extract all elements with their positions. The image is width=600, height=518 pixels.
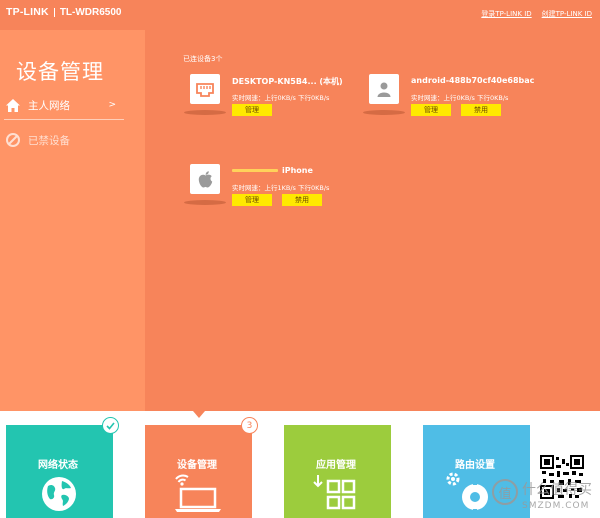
block-button[interactable]: 禁用 <box>461 104 501 116</box>
device-speed: 实时网速：上行0KB/s 下行0KB/s <box>411 94 509 102</box>
brand-logo: TP-LINK <box>6 6 49 18</box>
home-icon <box>6 99 20 112</box>
ban-icon <box>6 133 20 147</box>
apps-grid-icon <box>313 475 356 510</box>
device-actions: 管理 禁用 <box>232 194 332 206</box>
device-card: DESKTOP-KN5B4... (本机) 实时网速：上行0KB/s 下行0KB… <box>184 74 374 144</box>
top-bar: TP-LINK TL-WDR6500 登录TP-LINK ID 创建TP-LIN… <box>0 0 600 30</box>
device-card: android-488b70cf40e68bac 实时网速：上行0KB/s 下行… <box>363 74 553 144</box>
account-links: 登录TP-LINK ID 创建TP-LINK ID <box>471 9 592 19</box>
manage-button[interactable]: 管理 <box>232 104 272 116</box>
device-name: DESKTOP-KN5B4... (本机) <box>232 77 343 86</box>
device-speed: 实时网速：上行0KB/s 下行0KB/s <box>232 94 330 102</box>
brand-divider <box>53 7 55 17</box>
chevron-right-icon: > <box>108 100 116 110</box>
device-actions: 管理 禁用 <box>411 104 511 116</box>
device-icon-shadow <box>184 200 226 205</box>
sidebar-item-label: 已禁设备 <box>28 134 70 147</box>
watermark: 值 什么值得买 SMZDM.COM <box>492 477 598 517</box>
device-icon-shadow <box>363 110 405 115</box>
bottom-nav: 网络状态 设备管理 3 应用管理 路由设置 值 什么值得买 SMZDM.COM <box>0 411 600 518</box>
apple-icon <box>190 164 220 194</box>
sidebar-item-label: 主人网络 <box>28 100 70 112</box>
tile-label: 应用管理 <box>316 460 356 471</box>
active-indicator <box>193 411 205 418</box>
device-icon-shadow <box>184 110 226 115</box>
device-card: iPhone 实时网速：上行1KB/s 下行0KB/s 管理 禁用 <box>184 164 374 234</box>
person-icon <box>369 74 399 104</box>
tile-network-status[interactable]: 网络状态 <box>6 417 119 518</box>
tile-device-management[interactable]: 设备管理 3 <box>145 417 258 518</box>
tile-app-management[interactable]: 应用管理 <box>284 425 391 518</box>
watermark-domain: SMZDM.COM <box>522 501 590 511</box>
device-speed: 实时网速：上行1KB/s 下行0KB/s <box>232 184 330 192</box>
check-icon <box>102 417 119 434</box>
globe-icon <box>42 477 76 511</box>
ethernet-icon <box>190 74 220 104</box>
device-name: iPhone <box>232 166 313 175</box>
manage-button[interactable]: 管理 <box>411 104 451 116</box>
page-title: 设备管理 <box>16 60 104 84</box>
create-tplink-id-link[interactable]: 创建TP-LINK ID <box>542 9 592 19</box>
manage-button[interactable]: 管理 <box>232 194 272 206</box>
device-actions: 管理 <box>232 104 282 116</box>
router-model: TL-WDR6500 <box>59 6 122 18</box>
sidebar-item-host-network[interactable]: 主人网络 > <box>4 92 124 120</box>
login-tplink-id-link[interactable]: 登录TP-LINK ID <box>481 9 531 19</box>
device-count-badge: 3 <box>241 417 258 434</box>
watermark-text: 什么值得买 <box>522 482 592 498</box>
connected-count: 已连设备3个 <box>183 55 223 63</box>
router-settings-icon <box>446 472 488 513</box>
block-button[interactable]: 禁用 <box>282 194 322 206</box>
brand: TP-LINK TL-WDR6500 <box>6 6 122 18</box>
device-list-panel: 已连设备3个 DESKTOP-KN5B4... (本机) 实时网速：上行0KB/… <box>145 30 600 411</box>
watermark-logo-icon: 值 <box>492 479 518 505</box>
laptop-wifi-icon <box>175 474 221 512</box>
sidebar: 设备管理 主人网络 > 已禁设备 <box>0 30 145 411</box>
tile-label: 网络状态 <box>38 460 78 471</box>
sidebar-item-blocked-devices[interactable]: 已禁设备 <box>4 126 132 154</box>
redacted-name <box>232 169 278 172</box>
device-name: android-488b70cf40e68bac <box>411 76 535 85</box>
